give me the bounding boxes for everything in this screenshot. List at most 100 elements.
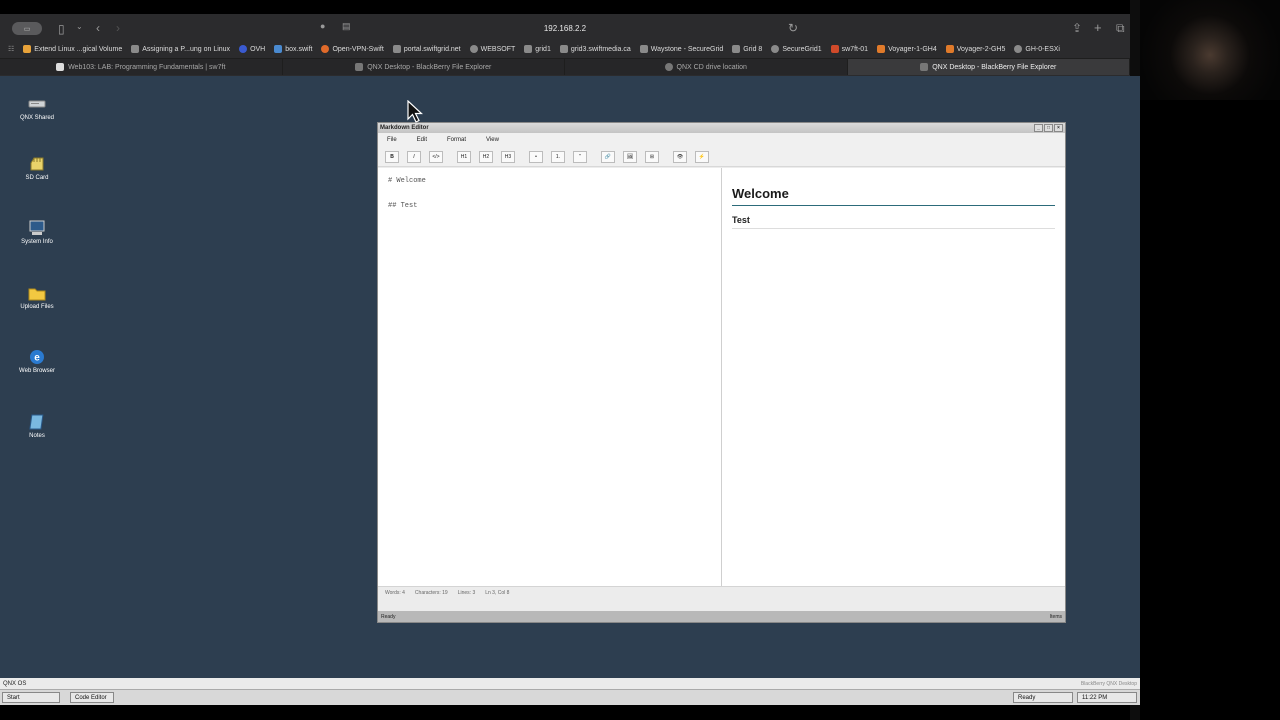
tab-favicon-icon xyxy=(664,63,673,71)
bookmark-item[interactable]: WEBSOFT xyxy=(469,45,516,53)
browser-tab[interactable]: QNX CD drive location xyxy=(565,59,848,75)
bookmark-favicon-icon xyxy=(830,45,839,53)
status-items: Items xyxy=(1049,613,1062,620)
italic-button[interactable]: I xyxy=(407,150,421,163)
window-title: Markdown Editor xyxy=(380,125,429,131)
share-icon[interactable]: ⇪ xyxy=(1072,21,1082,35)
editor-panes: # Welcome ## Test Welcome Test xyxy=(378,168,1065,586)
menu-file[interactable]: File xyxy=(387,137,397,143)
bookmark-item[interactable]: Voyager-1-GH4 xyxy=(877,45,937,53)
os-label: QNX OS xyxy=(3,680,27,687)
markdown-source-editor[interactable]: # Welcome ## Test xyxy=(378,168,722,586)
preview-toggle-button[interactable]: 👁 xyxy=(673,150,687,163)
bookmark-item[interactable]: box.swift xyxy=(274,45,312,53)
bookmark-favicon-icon xyxy=(559,45,568,53)
bullet-list-button[interactable]: • xyxy=(529,150,543,163)
bookmark-item[interactable]: Voyager-2-GH5 xyxy=(945,45,1005,53)
code-button[interactable]: </> xyxy=(429,150,443,163)
tab-overview-icon[interactable]: ⧉ xyxy=(1116,21,1125,36)
browser-chrome: ▭ ▯ ⌄ ‹ › ● ▤ 192.168.2.2 ↻ ⇪ + ⧉ ☷ Exte… xyxy=(0,14,1130,76)
webcam-overlay xyxy=(1140,0,1280,100)
bookmark-item[interactable]: portal.swiftgrid.net xyxy=(392,45,461,53)
preview-heading-1: Welcome xyxy=(732,186,1055,206)
desktop-icon-system-info[interactable]: System Info xyxy=(2,220,72,245)
svg-text:e: e xyxy=(34,353,40,364)
window-status-bar: Ready Items xyxy=(378,611,1065,622)
tab-favicon-icon xyxy=(56,63,65,71)
quote-button[interactable]: " xyxy=(573,150,587,163)
browser-tab[interactable]: QNX Desktop - BlackBerry File Explorer xyxy=(282,59,565,75)
taskbar-status: Ready xyxy=(1013,692,1073,703)
desktop-icon-notes[interactable]: Notes xyxy=(2,414,72,439)
markdown-editor-window: Markdown Editor _ □ × File Edit Format V… xyxy=(377,122,1066,623)
notes-icon xyxy=(29,414,44,430)
bookmark-favicon-icon xyxy=(239,45,248,53)
web-browser-icon: e xyxy=(30,350,44,364)
bookmark-item[interactable]: Waystone - SecureGrid xyxy=(639,45,724,53)
maximize-icon[interactable]: □ xyxy=(1044,124,1053,132)
menu-edit[interactable]: Edit xyxy=(417,137,427,143)
quick-action-button[interactable]: ⚡ xyxy=(695,150,709,163)
start-button[interactable]: Start xyxy=(2,692,60,703)
desktop-icon-qnx-shared[interactable]: QNX Shared xyxy=(2,96,72,121)
editor-stats-bar: Words: 4 Characters: 19 Lines: 3 Ln 3, C… xyxy=(378,586,1065,599)
forward-icon[interactable]: › xyxy=(116,21,120,35)
close-icon[interactable]: × xyxy=(1054,124,1063,132)
folder-icon xyxy=(28,288,46,301)
bookmark-label: sw7ft-01 xyxy=(841,45,869,53)
bookmark-item[interactable]: Extend Linux ...gical Volume xyxy=(23,45,122,53)
bookmark-label: Waystone - SecureGrid xyxy=(650,45,724,53)
bookmark-item[interactable]: OVH xyxy=(239,45,265,53)
window-titlebar[interactable]: Markdown Editor _ □ × xyxy=(378,123,1065,133)
bookmark-favicon-icon xyxy=(469,45,478,53)
bookmark-favicon-icon xyxy=(274,45,283,53)
bookmark-favicon-icon xyxy=(131,45,140,53)
sidebar-toggle-icon[interactable]: ▯ xyxy=(58,22,65,36)
new-tab-icon[interactable]: + xyxy=(1094,20,1102,35)
h1-button[interactable]: H1 xyxy=(457,150,471,163)
desktop-icon-web-browser[interactable]: e Web Browser xyxy=(2,349,72,374)
minimize-icon[interactable]: _ xyxy=(1034,124,1043,132)
browser-tab-active[interactable]: QNX Desktop - BlackBerry File Explorer xyxy=(847,59,1130,75)
address-bar[interactable]: 192.168.2.2 xyxy=(330,19,800,37)
desktop-icon-label: Notes xyxy=(29,433,45,439)
bookmark-label: grid3.swiftmedia.ca xyxy=(570,45,631,53)
h3-button[interactable]: H3 xyxy=(501,150,515,163)
desktop-icon-label: SD Card xyxy=(25,175,49,181)
bookmark-item[interactable]: sw7ft-01 xyxy=(830,45,869,53)
browser-tab[interactable]: Web103: LAB: Programming Fundamentals | … xyxy=(0,59,283,75)
sd-card-icon xyxy=(30,157,44,171)
taskbar-item-code-editor[interactable]: Code Editor xyxy=(70,692,114,703)
bookmark-label: Extend Linux ...gical Volume xyxy=(34,45,123,53)
bookmark-label: WEBSOFT xyxy=(480,45,516,53)
markdown-preview: Welcome Test xyxy=(722,168,1065,586)
profile-pill[interactable]: ▭ xyxy=(12,22,42,35)
bookmark-item[interactable]: Grid 8 xyxy=(732,45,762,53)
menu-format[interactable]: Format xyxy=(447,137,466,143)
numbered-list-button[interactable]: 1. xyxy=(551,150,565,163)
bookmark-item[interactable]: GH-0-ESXi xyxy=(1014,45,1060,53)
h2-button[interactable]: H2 xyxy=(479,150,493,163)
tab-label: QNX Desktop - BlackBerry File Explorer xyxy=(367,63,492,71)
bookmark-label: Voyager-1-GH4 xyxy=(888,45,937,53)
bookmark-label: portal.swiftgrid.net xyxy=(403,45,461,53)
bookmark-item[interactable]: grid3.swiftmedia.ca xyxy=(559,45,631,53)
table-button[interactable]: ⊞ xyxy=(645,150,659,163)
bookmarks-grid-icon[interactable]: ☷ xyxy=(8,45,14,53)
qnx-desktop: QNX Shared SD Card System Info Upload Fi… xyxy=(0,76,1140,678)
bookmark-item[interactable]: Assigning a P...ung on Linux xyxy=(131,45,230,53)
back-icon[interactable]: ‹ xyxy=(96,21,100,35)
bookmark-label: GH-0-ESXi xyxy=(1025,45,1060,53)
tab-label: Web103: LAB: Programming Fundamentals | … xyxy=(68,63,226,71)
bookmark-item[interactable]: Open-VPN-Swift xyxy=(321,45,384,53)
desktop-icon-upload-files[interactable]: Upload Files xyxy=(2,285,72,310)
chevron-down-icon[interactable]: ⌄ xyxy=(76,22,83,31)
bookmark-item[interactable]: grid1 xyxy=(524,45,551,53)
link-button[interactable]: 🔗 xyxy=(601,150,615,163)
bookmark-item[interactable]: SecureGrid1 xyxy=(771,45,822,53)
desktop-icon-sd-card[interactable]: SD Card xyxy=(2,156,72,181)
image-button[interactable]: 🖼 xyxy=(623,150,637,163)
reload-icon[interactable]: ↻ xyxy=(788,21,798,35)
bold-button[interactable]: B xyxy=(385,150,399,163)
menu-view[interactable]: View xyxy=(486,137,499,143)
